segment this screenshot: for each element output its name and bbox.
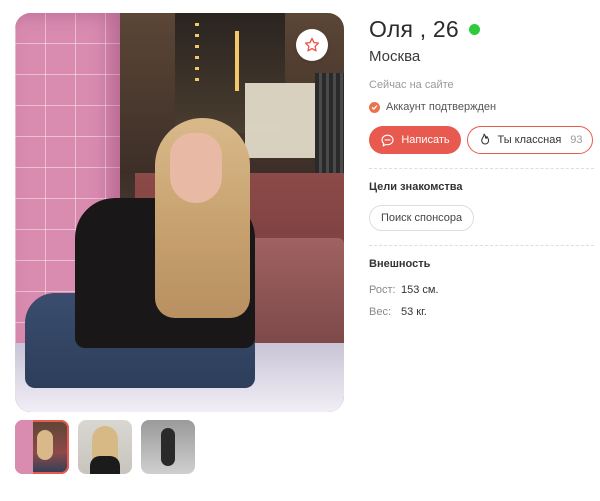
verified-badge: Аккаунт подтвержден — [369, 101, 594, 113]
compliment-button[interactable]: Ты классная 93 — [467, 126, 593, 154]
section-divider — [369, 168, 594, 169]
height-label: Рост: — [369, 284, 396, 296]
height-value: 153 см. — [401, 284, 439, 296]
chat-icon — [381, 134, 394, 146]
profile-info: Оля , 26 Москва Сейчас на сайте Аккаунт … — [369, 14, 594, 318]
photo-thumbnails — [15, 420, 195, 474]
height-row: Рост: 153 см. — [369, 284, 594, 296]
photo-thumbnail[interactable] — [78, 420, 132, 474]
profile-actions: Написать Ты классная 93 — [369, 126, 594, 154]
goal-tag: Поиск спонсора — [369, 205, 475, 231]
photo-thumbnail[interactable] — [141, 420, 195, 474]
appearance-title: Внешность — [369, 258, 431, 270]
online-status: Сейчас на сайте — [369, 79, 454, 91]
photo-person-face — [170, 133, 222, 203]
favorite-button[interactable] — [296, 29, 328, 61]
photo-board — [245, 83, 320, 158]
check-icon — [369, 101, 380, 113]
write-message-label: Написать — [401, 134, 450, 146]
profile-city: Москва — [369, 48, 421, 65]
write-message-button[interactable]: Написать — [369, 126, 461, 154]
verified-label: Аккаунт подтвержден — [386, 101, 497, 113]
goals-title: Цели знакомства — [369, 181, 463, 193]
section-divider — [369, 245, 594, 246]
name-row: Оля , 26 — [369, 14, 594, 44]
star-icon — [304, 37, 320, 52]
compliment-label: Ты классная — [497, 134, 562, 146]
photo-thumbnail[interactable] — [15, 420, 69, 474]
profile-name: Оля , 26 — [369, 15, 459, 42]
photo-cushion — [245, 238, 344, 348]
online-indicator — [468, 23, 480, 35]
compliment-count: 93 — [570, 134, 583, 146]
weight-value: 53 кг. — [401, 306, 427, 318]
flame-icon — [481, 133, 490, 144]
weight-row: Вес: 53 кг. — [369, 306, 594, 318]
weight-label: Вес: — [369, 306, 392, 318]
photo-radiator — [315, 73, 344, 173]
main-profile-photo[interactable] — [15, 13, 344, 412]
